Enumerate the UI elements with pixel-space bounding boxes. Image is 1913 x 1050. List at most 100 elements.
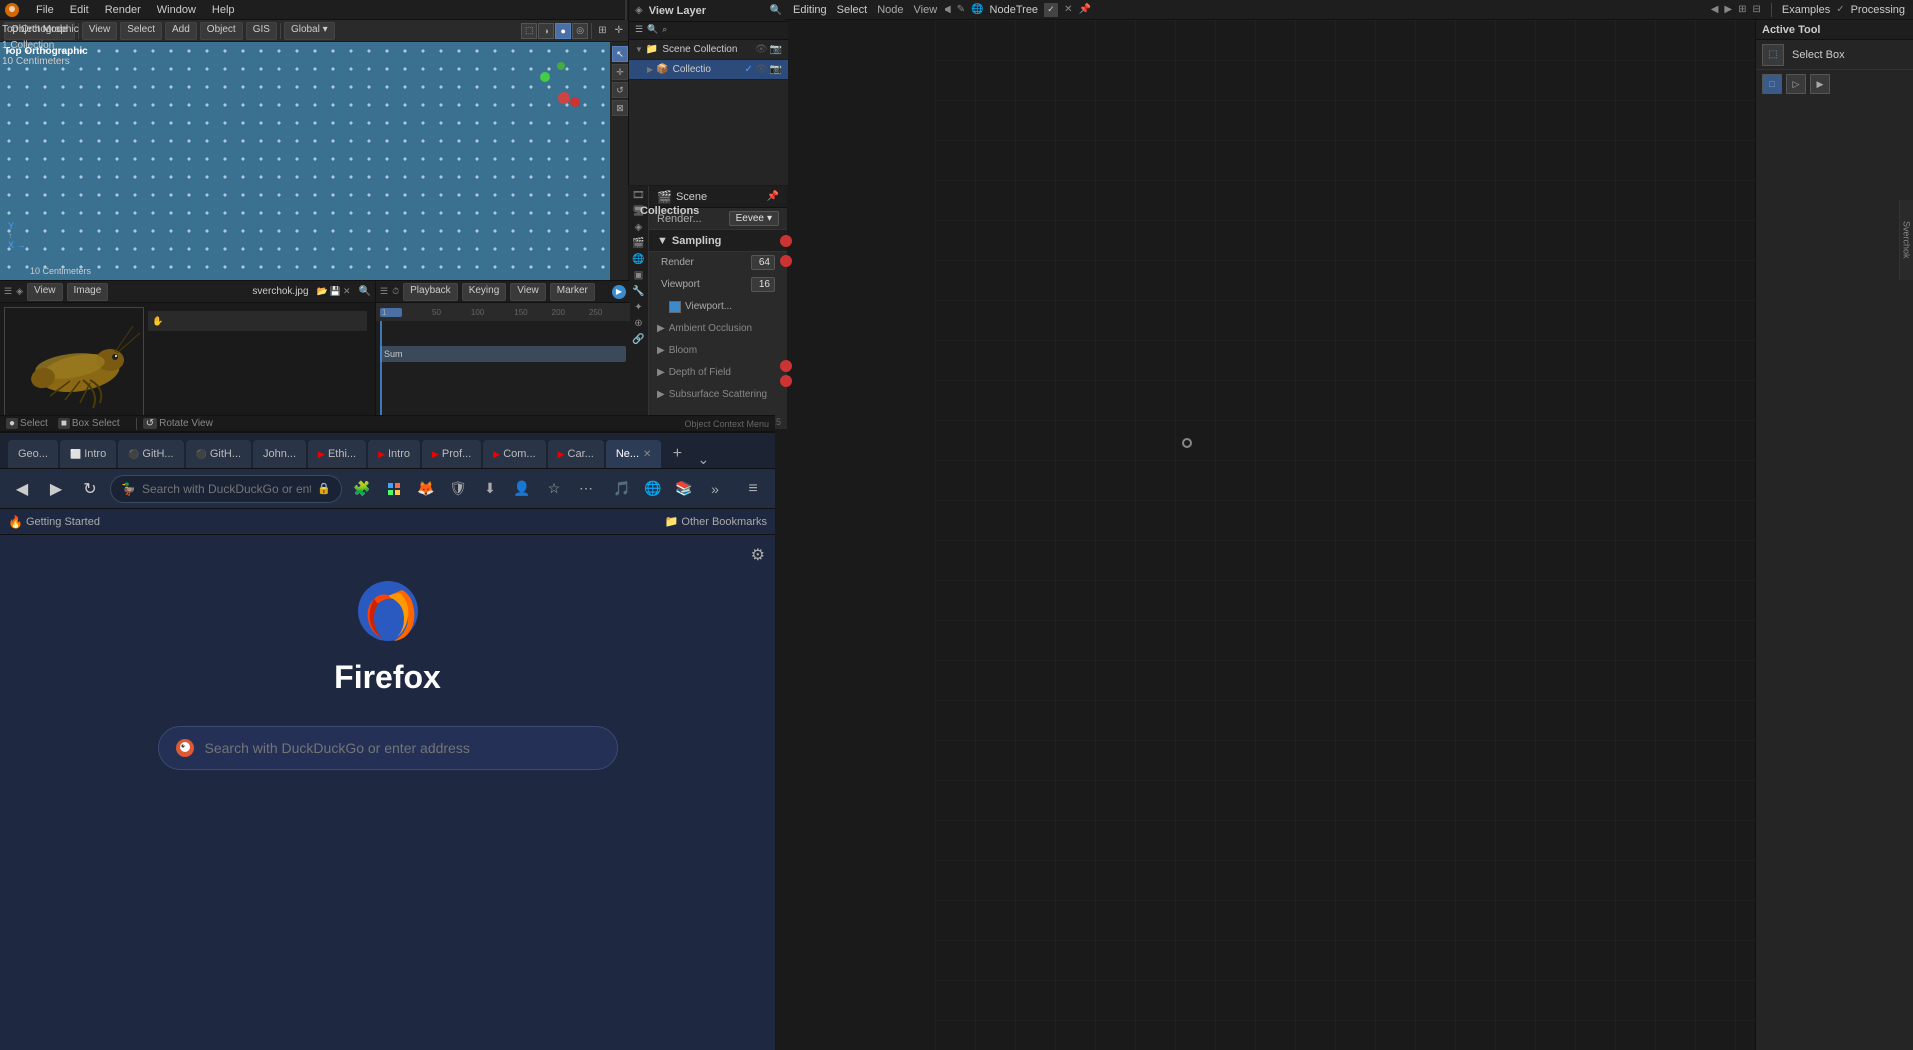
- render-engine-dropdown[interactable]: Eevee ▾: [729, 211, 779, 226]
- node-tree-pin-icon[interactable]: 📌: [1078, 4, 1090, 15]
- menu-file[interactable]: File: [30, 2, 60, 18]
- refresh-btn[interactable]: ↻: [76, 475, 104, 503]
- global-btn[interactable]: Global ▾: [284, 22, 335, 40]
- object-props-icon[interactable]: ▣: [632, 270, 646, 284]
- shading-material-btn[interactable]: ●: [555, 23, 571, 39]
- play-btn[interactable]: ▶: [612, 285, 626, 299]
- viewport-value[interactable]: 16: [751, 277, 775, 292]
- extra-btn-3[interactable]: 📚: [670, 475, 698, 503]
- hand-cursor-icon[interactable]: ✋: [152, 316, 163, 327]
- extra-btn-1[interactable]: 🎵: [608, 475, 636, 503]
- timeline-view-btn[interactable]: View: [510, 283, 546, 301]
- editing-label[interactable]: Editing: [793, 4, 827, 16]
- menu-window[interactable]: Window: [151, 2, 202, 18]
- more-extensions-btn[interactable]: »: [701, 475, 729, 503]
- world-props-icon[interactable]: 🌐: [632, 254, 646, 268]
- bloom-section[interactable]: ▶ Bloom: [649, 340, 787, 362]
- particles-props-icon[interactable]: ✦: [632, 302, 646, 316]
- sampling-section[interactable]: ▼ Sampling: [649, 230, 787, 252]
- playback-btn[interactable]: Playback: [403, 283, 458, 301]
- more-btn[interactable]: ⋯: [572, 475, 600, 503]
- view-layer-search-icon[interactable]: 🔍: [770, 5, 782, 16]
- select-mode-sub-icon[interactable]: ▶: [1810, 74, 1830, 94]
- cursor-tool[interactable]: ↖: [612, 46, 628, 62]
- shading-solid-btn[interactable]: ◑: [538, 23, 554, 39]
- render-value[interactable]: 64: [751, 255, 775, 270]
- sss-section[interactable]: ▶ Subsurface Scattering: [649, 384, 787, 406]
- marker-btn[interactable]: Marker: [550, 283, 595, 301]
- tab-prof[interactable]: ▶Prof...: [422, 440, 481, 468]
- forward-btn[interactable]: ▶: [42, 475, 70, 503]
- rotate-tool[interactable]: ↺: [612, 82, 628, 98]
- node-extras-icon3[interactable]: ⊞: [1738, 4, 1746, 15]
- ie-close-icon[interactable]: ✕: [343, 286, 351, 297]
- tab-com[interactable]: ▶Com...: [483, 440, 545, 468]
- ie-save-icon[interactable]: 💾: [330, 286, 341, 297]
- url-input[interactable]: [142, 482, 311, 496]
- download-btn[interactable]: ⬇: [476, 475, 504, 503]
- shading-rendered-btn[interactable]: ◎: [572, 23, 588, 39]
- extensions-btn[interactable]: 🧩: [348, 475, 376, 503]
- ie-open-icon[interactable]: 📂: [317, 286, 328, 297]
- menu-edit[interactable]: Edit: [64, 2, 95, 18]
- collection-visibility-icon[interactable]: 👁: [755, 64, 768, 75]
- tab-john[interactable]: John...: [253, 440, 306, 468]
- newtab-search-bar[interactable]: [158, 726, 618, 770]
- tab-car[interactable]: ▶Car...: [548, 440, 604, 468]
- tab-github1[interactable]: ⚫GitH...: [118, 440, 183, 468]
- tab-github2[interactable]: ⚫GitH...: [186, 440, 251, 468]
- tab-new-active[interactable]: Ne... ✕: [606, 440, 662, 468]
- viewport-gizmo-btn[interactable]: ✛: [612, 25, 626, 36]
- menu-render[interactable]: Render: [99, 2, 147, 18]
- node-extras-icon4[interactable]: ⊟: [1753, 4, 1761, 15]
- node-tree-check-icon[interactable]: ✓: [1044, 3, 1058, 17]
- shield-btn[interactable]: 🛡: [444, 475, 472, 503]
- outliner-scene-collection[interactable]: ▼ 📁 Scene Collection 👁 📷: [629, 40, 788, 60]
- ie-zoom-icon[interactable]: 🔍: [359, 286, 371, 297]
- render-icon[interactable]: 📷: [770, 44, 782, 55]
- user-btn[interactable]: 👤: [508, 475, 536, 503]
- tab-ethi[interactable]: ▶Ethi...: [308, 440, 366, 468]
- render-props-icon[interactable]: 🎞: [632, 190, 646, 204]
- bookmark-star-btn[interactable]: ☆: [540, 475, 568, 503]
- hamburger-menu-btn[interactable]: ≡: [739, 475, 767, 503]
- gis-btn[interactable]: GIS: [246, 22, 277, 40]
- visibility-icon[interactable]: 👁: [755, 44, 768, 55]
- view-label[interactable]: View: [914, 4, 938, 16]
- node-extras-icon2[interactable]: ▶: [1724, 4, 1732, 15]
- firefox-icon-btn[interactable]: 🦊: [412, 475, 440, 503]
- viewport-denoise-check[interactable]: [669, 301, 681, 313]
- physics-props-icon[interactable]: ⊕: [632, 318, 646, 332]
- tab-close-icon[interactable]: ✕: [643, 449, 651, 460]
- ie-image-btn[interactable]: Image: [67, 283, 109, 301]
- container-btn[interactable]: [380, 475, 408, 503]
- node-tree-edit-icon[interactable]: ✎: [957, 4, 965, 15]
- extra-btn-2[interactable]: 🌐: [639, 475, 667, 503]
- node-label[interactable]: Node: [877, 4, 903, 16]
- scale-tool[interactable]: ⊠: [612, 100, 628, 116]
- back-btn[interactable]: ◀: [8, 475, 36, 503]
- tab-geo[interactable]: Geo...: [8, 440, 58, 468]
- viewport-overlay-btn[interactable]: ⊞: [595, 25, 609, 36]
- node-extras-icon1[interactable]: ◀: [1711, 4, 1719, 15]
- new-tab-btn[interactable]: +: [663, 440, 691, 468]
- ie-view-btn[interactable]: View: [27, 283, 63, 301]
- collection-visible-icon[interactable]: ✓: [744, 64, 752, 75]
- view-layer-props-icon[interactable]: ◈: [632, 222, 646, 236]
- constraints-props-icon[interactable]: 🔗: [632, 334, 646, 348]
- dof-section[interactable]: ▶ Depth of Field: [649, 362, 787, 384]
- move-tool[interactable]: ✛: [612, 64, 628, 80]
- modifier-props-icon[interactable]: 🔧: [632, 286, 646, 300]
- select-mode-add-icon[interactable]: ▷: [1786, 74, 1806, 94]
- other-bookmarks-bm[interactable]: 📁 Other Bookmarks: [665, 515, 767, 528]
- shading-wire-btn[interactable]: ⬚: [521, 23, 537, 39]
- tab-overflow-btn[interactable]: ⌄: [697, 451, 709, 468]
- node-tree-x-icon[interactable]: ✕: [1064, 4, 1072, 15]
- getting-started-bm[interactable]: 🔥 Getting Started: [8, 515, 100, 529]
- newtab-search-input[interactable]: [205, 740, 601, 756]
- collection-render-icon[interactable]: 📷: [770, 64, 782, 75]
- ao-section[interactable]: ▶ Ambient Occlusion: [649, 318, 787, 340]
- add-btn[interactable]: Add: [165, 22, 197, 40]
- keying-btn[interactable]: Keying: [462, 283, 507, 301]
- select-mode-set-icon[interactable]: □: [1762, 74, 1782, 94]
